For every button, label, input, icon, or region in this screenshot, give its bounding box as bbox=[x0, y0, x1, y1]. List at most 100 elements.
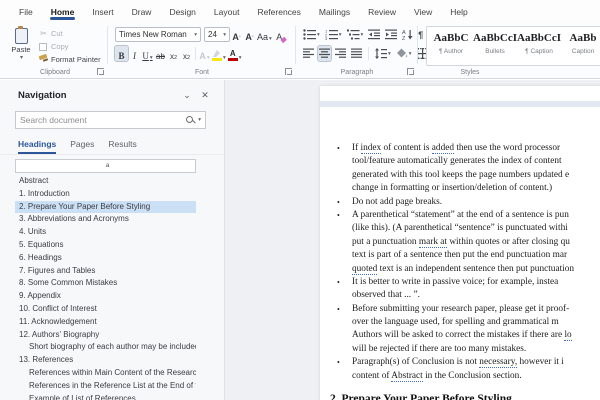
nav-tab-headings[interactable]: Headings bbox=[18, 139, 56, 154]
navigation-pane: Navigation ⌄ ✕ ▾ HeadingsPagesResults aA… bbox=[0, 80, 225, 400]
document-page[interactable]: •If index of content is added then use t… bbox=[320, 86, 600, 400]
nav-tab-results[interactable]: Results bbox=[108, 139, 136, 154]
group-separator bbox=[417, 26, 418, 64]
style-item-bullets[interactable]: AaBbCcIBullets bbox=[473, 29, 517, 63]
navigation-pane-options-chevron-icon[interactable]: ⌄ bbox=[178, 88, 196, 102]
align-right-button[interactable] bbox=[334, 46, 347, 61]
nav-heading-item[interactable]: Short biography of each author may be in… bbox=[15, 341, 196, 354]
font-color-button[interactable]: A▾ bbox=[227, 46, 243, 61]
nav-heading-item[interactable]: 4. Units bbox=[15, 226, 196, 239]
search-input[interactable] bbox=[20, 115, 186, 125]
nav-heading-item[interactable]: 10. Conflict of Interest bbox=[15, 303, 196, 316]
nav-heading-item[interactable]: Example of List of References bbox=[15, 393, 196, 400]
navigation-pane-close-icon[interactable]: ✕ bbox=[196, 88, 214, 102]
nav-heading-item[interactable]: 12. Authors' Biography bbox=[15, 329, 196, 342]
change-case-button[interactable]: Aa▾ bbox=[256, 27, 273, 42]
navigation-headings-list: a Abstract1. Introduction2. Prepare Your … bbox=[0, 155, 224, 400]
text-highlight-button[interactable]: ▾ bbox=[211, 46, 227, 61]
increase-indent-button[interactable] bbox=[384, 27, 398, 42]
ribbon-tab-view[interactable]: View bbox=[405, 2, 441, 21]
style-name: Bullets bbox=[473, 48, 517, 55]
nav-heading-item[interactable]: 5. Equations bbox=[15, 239, 196, 252]
ribbon-tab-insert[interactable]: Insert bbox=[83, 2, 122, 21]
bullet-marker: • bbox=[337, 276, 340, 289]
clear-formatting-button[interactable]: A bbox=[273, 27, 286, 42]
justify-button[interactable] bbox=[350, 46, 363, 61]
nav-heading-item[interactable]: 2. Prepare Your Paper Before Styling bbox=[15, 201, 196, 214]
bullet-list-button[interactable]: ▾ bbox=[302, 27, 321, 42]
copy-button[interactable]: Copy bbox=[38, 40, 101, 53]
style-item-caption[interactable]: AaBbCaption bbox=[561, 29, 600, 63]
copy-label: Copy bbox=[51, 42, 69, 51]
nav-heading-item[interactable]: 9. Appendix bbox=[15, 290, 196, 303]
search-icon[interactable] bbox=[186, 116, 195, 125]
shrink-font-button[interactable]: Aˇ bbox=[243, 27, 256, 42]
nav-heading-label: 10. Conflict of Interest bbox=[19, 304, 97, 313]
paste-button[interactable]: Paste ▾ bbox=[8, 26, 34, 70]
shading-button[interactable]: ▾ bbox=[395, 46, 413, 61]
superscript-button[interactable]: x2 bbox=[180, 46, 193, 61]
align-left-button[interactable] bbox=[302, 46, 315, 61]
underline-button[interactable]: U▾ bbox=[141, 46, 154, 61]
text-effects-button[interactable]: A▾ bbox=[198, 46, 211, 61]
nav-heading-item[interactable]: 13. References bbox=[15, 354, 196, 367]
line-spacing-button[interactable]: ▾ bbox=[374, 46, 392, 61]
nav-heading-item[interactable]: a bbox=[15, 159, 196, 173]
nav-heading-item[interactable]: 7. Figures and Tables bbox=[15, 265, 196, 278]
paragraph-group: ▾ 123 ▾ ▾ AZ ¶ bbox=[298, 22, 416, 78]
cut-button[interactable]: ✂ Cut bbox=[38, 27, 101, 40]
subscript-button[interactable]: x2 bbox=[167, 46, 180, 61]
line-spacing-icon bbox=[375, 48, 387, 59]
ribbon-tab-design[interactable]: Design bbox=[160, 2, 204, 21]
ribbon-tab-references[interactable]: References bbox=[248, 2, 309, 21]
nav-heading-label: 4. Units bbox=[19, 227, 46, 236]
ribbon-tab-draw[interactable]: Draw bbox=[123, 2, 161, 21]
multilevel-list-button[interactable]: ▾ bbox=[346, 27, 365, 42]
ribbon-tab-file[interactable]: File bbox=[10, 2, 42, 21]
nav-tab-pages[interactable]: Pages bbox=[70, 139, 94, 154]
font-group: Times New Roman ▾ 24 ▾ Aˆ Aˇ Aa▾ A B I U… bbox=[110, 22, 294, 78]
ribbon-tab-review[interactable]: Review bbox=[359, 2, 405, 21]
nav-heading-item[interactable]: 1. Introduction bbox=[15, 188, 196, 201]
font-name-combobox[interactable]: Times New Roman ▾ bbox=[115, 27, 201, 42]
numbered-list-icon: 123 bbox=[325, 29, 338, 40]
search-options-chevron-icon[interactable]: ▾ bbox=[198, 117, 201, 123]
ribbon-tab-help[interactable]: Help bbox=[441, 2, 476, 21]
style-item---caption[interactable]: AaBbCcI¶ Caption bbox=[517, 29, 561, 63]
nav-heading-item[interactable]: 3. Abbreviations and Acronyms bbox=[15, 213, 196, 226]
ribbon-tab-home[interactable]: Home bbox=[42, 2, 84, 21]
clipboard-dialog-launcher[interactable] bbox=[97, 68, 104, 75]
decrease-indent-button[interactable] bbox=[367, 27, 381, 42]
sort-button[interactable]: AZ bbox=[401, 27, 414, 42]
italic-button[interactable]: I bbox=[128, 46, 141, 61]
search-box[interactable]: ▾ bbox=[15, 111, 206, 129]
document-content[interactable]: •If index of content is added then use t… bbox=[320, 142, 600, 400]
nav-heading-item[interactable]: References in the Reference List at the … bbox=[15, 380, 196, 393]
paragraph-group-label: Paragraph bbox=[298, 69, 416, 76]
grammar-flagged-text: mark at bbox=[419, 237, 447, 248]
font-size-combobox[interactable]: 24 ▾ bbox=[204, 27, 230, 42]
strikethrough-button[interactable]: ab bbox=[154, 46, 167, 61]
align-center-button[interactable] bbox=[318, 46, 331, 61]
nav-heading-label: References within Main Content of the Re… bbox=[29, 368, 196, 377]
format-painter-brush-icon bbox=[38, 55, 48, 64]
style-item---author[interactable]: AaBbC¶ Author bbox=[429, 29, 473, 63]
font-dialog-launcher[interactable] bbox=[285, 68, 292, 75]
nav-heading-item[interactable]: Abstract bbox=[15, 175, 196, 188]
grow-font-button[interactable]: Aˆ bbox=[230, 27, 243, 42]
paragraph-dialog-launcher[interactable] bbox=[407, 68, 414, 75]
ribbon-tab-layout[interactable]: Layout bbox=[205, 2, 249, 21]
nav-heading-item[interactable]: 11. Acknowledgement bbox=[15, 316, 196, 329]
format-painter-button[interactable]: Format Painter bbox=[38, 53, 101, 66]
document-text-line: over the language used, for spelling and… bbox=[320, 316, 600, 329]
ribbon-tab-mailings[interactable]: Mailings bbox=[310, 2, 359, 21]
numbered-list-button[interactable]: 123 ▾ bbox=[324, 27, 343, 42]
nav-heading-item[interactable]: 6. Headings bbox=[15, 252, 196, 265]
bold-button[interactable]: B bbox=[115, 46, 128, 61]
nav-heading-item[interactable]: 8. Some Common Mistakes bbox=[15, 277, 196, 290]
nav-heading-item[interactable]: References within Main Content of the Re… bbox=[15, 367, 196, 380]
grammar-flagged-text: Abstract bbox=[391, 371, 423, 382]
style-preview: AaBbC bbox=[429, 31, 473, 45]
paste-dropdown-arrow[interactable]: ▾ bbox=[9, 54, 34, 61]
document-section-heading: 2. Prepare Your Paper Before Styling bbox=[320, 393, 600, 400]
